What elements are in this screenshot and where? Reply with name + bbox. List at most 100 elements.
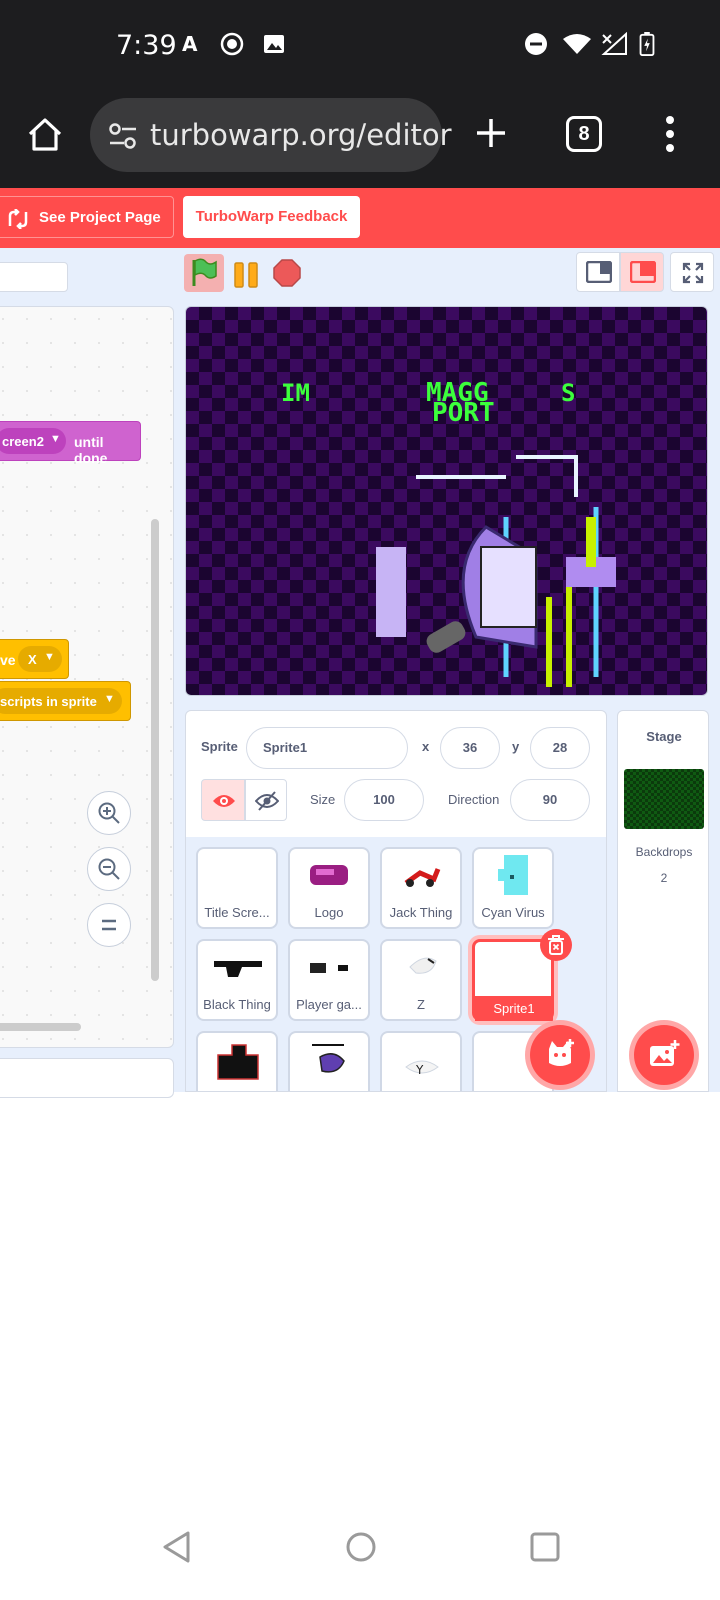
more-menu-icon[interactable] xyxy=(664,114,676,154)
control-dropdown-value: X xyxy=(28,652,37,667)
new-tab-icon[interactable] xyxy=(474,116,508,150)
sound-block-play-until-done[interactable]: creen2 ▼ until done xyxy=(0,421,141,466)
add-backdrop-button[interactable] xyxy=(634,1025,694,1085)
home-icon[interactable] xyxy=(26,116,64,152)
sprite-tile-row3-2[interactable] xyxy=(288,1031,370,1091)
large-stage-button[interactable] xyxy=(620,252,664,292)
sprite-tile-player-game[interactable]: Player ga... xyxy=(288,939,370,1021)
control-dropdown[interactable]: X ▼ xyxy=(18,646,62,672)
recents-icon[interactable] xyxy=(528,1530,562,1564)
sprite-tile-jack-thing[interactable]: Jack Thing xyxy=(380,847,462,929)
battery-icon xyxy=(639,32,655,56)
add-sprite-button[interactable] xyxy=(530,1025,590,1085)
image-icon xyxy=(264,35,284,53)
editor-workspace: creen2 ▼ until done ve X ▼ scripts in sp… xyxy=(0,248,720,1098)
y-position-input[interactable]: 28 xyxy=(530,727,590,769)
hide-sprite-button[interactable] xyxy=(245,779,287,821)
sprite-name: Cyan Virus xyxy=(481,905,545,920)
record-icon xyxy=(220,32,244,56)
delete-sprite-button[interactable] xyxy=(540,929,572,961)
home-nav-icon[interactable] xyxy=(344,1530,378,1564)
url-text: turbowarp.org/editor xyxy=(150,118,452,152)
stage-text-right: S xyxy=(561,379,576,407)
do-not-disturb-icon xyxy=(525,33,547,55)
sprite-tile-row3-3[interactable]: Y xyxy=(380,1031,462,1091)
vertical-scrollbar[interactable] xyxy=(151,519,159,981)
dropdown-arrow-icon: ▼ xyxy=(44,651,55,663)
size-input[interactable]: 100 xyxy=(344,779,424,821)
stage-backdrop-thumbnail xyxy=(624,769,704,829)
stage-title: Stage xyxy=(646,729,682,744)
jack-thing-thumbnail xyxy=(404,868,441,887)
editor-menu-bar: See Project Page TurboWarp Feedback xyxy=(0,188,720,248)
sound-dropdown[interactable]: creen2 ▼ xyxy=(0,428,66,454)
small-stage-icon xyxy=(586,261,612,283)
pause-icon[interactable] xyxy=(234,262,260,288)
site-settings-icon[interactable] xyxy=(108,122,138,150)
sprite-tile-z[interactable]: Z xyxy=(380,939,462,1021)
zoom-out-icon xyxy=(98,858,120,880)
code-area[interactable]: creen2 ▼ until done ve X ▼ scripts in sp… xyxy=(0,306,174,1048)
zoom-in-icon xyxy=(98,802,120,824)
sprite-info-panel: Sprite Sprite1 x 36 y 28 Size 100 Direct… xyxy=(185,710,607,1092)
x-position-input[interactable]: 36 xyxy=(440,727,500,769)
tab-switcher-button[interactable]: 8 xyxy=(566,116,602,152)
zoom-reset-button[interactable] xyxy=(87,903,131,947)
trash-icon xyxy=(548,935,564,955)
small-stage-button[interactable] xyxy=(576,252,620,292)
address-bar[interactable]: turbowarp.org/editor xyxy=(90,98,452,172)
text-a-icon: A xyxy=(182,32,198,56)
sprite-name: Sprite1 xyxy=(475,996,553,1021)
sprite-label: Sprite xyxy=(201,739,238,754)
sprite-tile-logo[interactable]: Logo xyxy=(288,847,370,929)
backdrops-label: Backdrops xyxy=(635,845,693,859)
sprite-tile-cyan-virus[interactable]: Cyan Virus xyxy=(472,847,554,929)
turbowarp-feedback-button[interactable]: TurboWarp Feedback xyxy=(183,196,360,238)
status-bar: 7:39 A xyxy=(0,0,720,94)
show-sprite-button[interactable] xyxy=(201,779,245,821)
block-search-input[interactable] xyxy=(0,262,68,292)
see-project-page-label: See Project Page xyxy=(39,209,161,226)
stop-icon[interactable] xyxy=(273,259,301,287)
direction-input[interactable]: 90 xyxy=(510,779,590,821)
status-time: 7:39 xyxy=(116,30,177,61)
sprite-name-input[interactable]: Sprite1 xyxy=(246,727,408,769)
black-thing-thumbnail xyxy=(214,961,262,977)
sprite-name: Black Thing xyxy=(203,997,271,1012)
stop-scripts-block[interactable]: scripts in sprite ▼ xyxy=(0,681,131,721)
control-block-label: ve xyxy=(0,652,16,668)
eye-hidden-icon xyxy=(255,791,279,811)
zoom-out-button[interactable] xyxy=(87,847,131,891)
browser-toolbar: turbowarp.org/editor 8 xyxy=(0,94,720,188)
remix-icon xyxy=(8,209,28,229)
green-flag-button[interactable] xyxy=(184,254,224,292)
zoom-in-button[interactable] xyxy=(87,791,131,835)
fullscreen-button[interactable] xyxy=(670,252,714,292)
horizontal-scrollbar[interactable] xyxy=(0,1023,81,1031)
sprite-name: Player ga... xyxy=(296,997,362,1012)
stop-dropdown[interactable]: scripts in sprite ▼ xyxy=(0,688,122,714)
back-icon[interactable] xyxy=(160,1530,194,1564)
block-label-until-done: until done xyxy=(74,434,108,466)
sprite-tile-row3-1[interactable] xyxy=(196,1031,278,1091)
stage-target-panel[interactable]: Stage Backdrops 2 xyxy=(617,710,709,1092)
backdrops-count: 2 xyxy=(660,871,668,885)
eye-icon xyxy=(213,795,235,807)
system-navigation-bar xyxy=(0,1520,720,1600)
control-block[interactable]: ve X ▼ xyxy=(0,639,69,679)
sprite-tile-black-thing[interactable]: Black Thing xyxy=(196,939,278,1021)
sprite-name: Title Scre... xyxy=(204,905,270,920)
sprite-name: Jack Thing xyxy=(389,905,453,920)
stage-game-scene xyxy=(376,455,616,687)
sound-dropdown-value: creen2 xyxy=(2,434,44,449)
equals-icon xyxy=(102,919,116,931)
logo-thumbnail xyxy=(310,865,348,885)
sprite-tile-title-screen[interactable]: Title Scre... xyxy=(196,847,278,929)
svg-text:A: A xyxy=(182,32,198,56)
stage-canvas[interactable]: IM MAGG PORT S xyxy=(185,306,708,696)
y-label: y xyxy=(512,739,520,754)
signal-icon xyxy=(601,32,627,55)
add-backdrop-icon xyxy=(650,1040,680,1066)
see-project-page-button[interactable]: See Project Page xyxy=(0,196,174,238)
sprite-name: Logo xyxy=(314,905,344,920)
